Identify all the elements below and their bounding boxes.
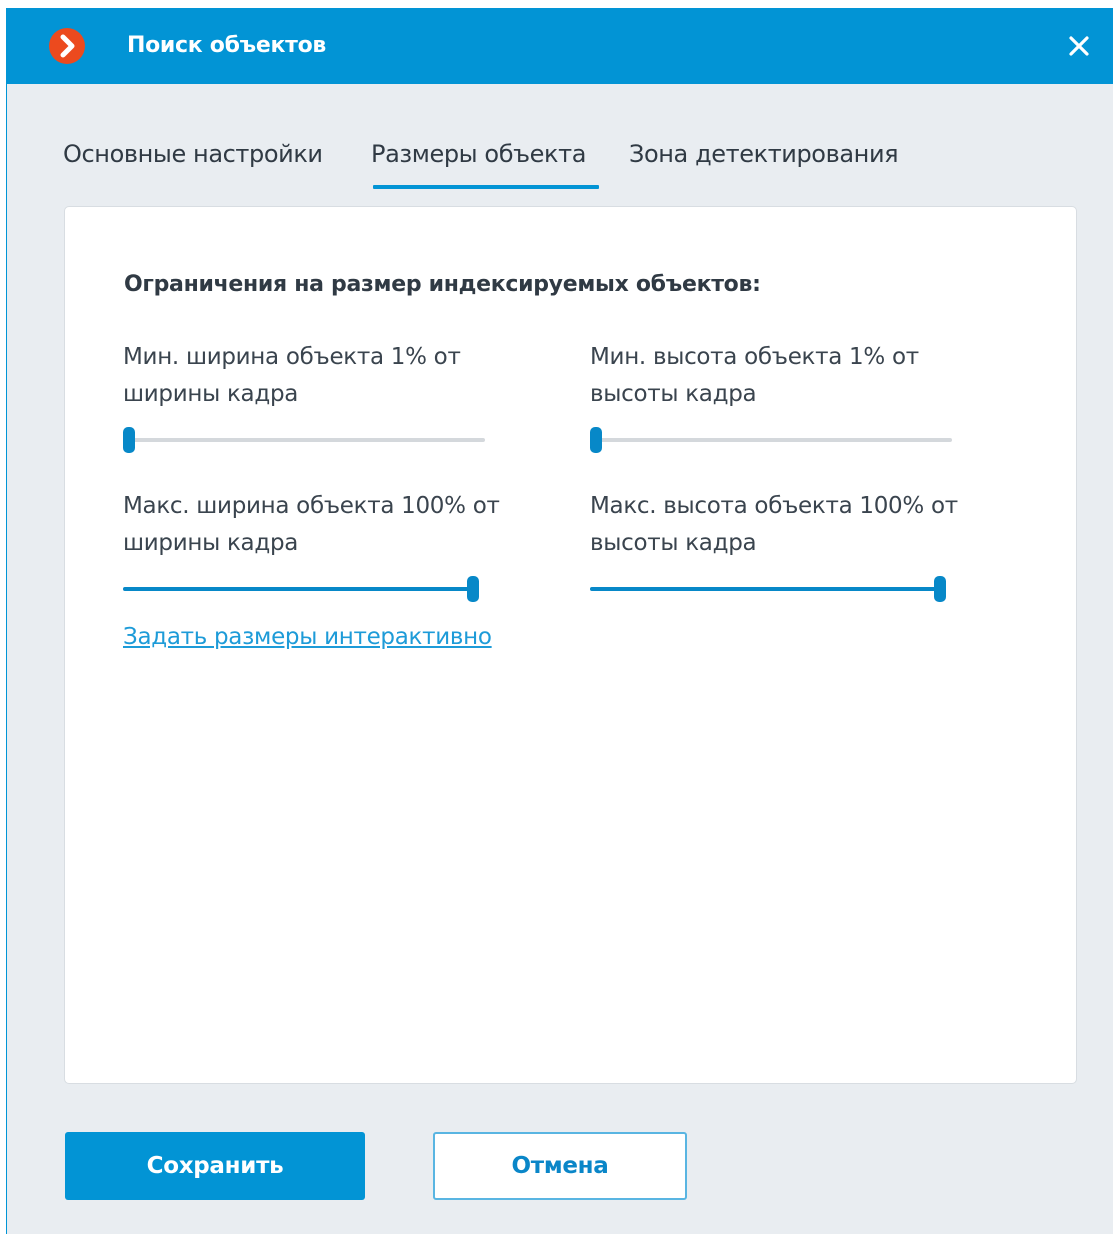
slider-thumb[interactable] [590, 427, 602, 453]
min-height-slider[interactable] [590, 427, 952, 453]
title-bar: Поиск объектов [7, 8, 1113, 84]
max-height-label-line2: высоты кадра [590, 530, 757, 556]
min-width-label: Мин. ширина объекта 1% от ширины кадра [123, 339, 563, 413]
slider-fill [123, 587, 473, 591]
slider-thumb[interactable] [467, 576, 479, 602]
active-tab-indicator [373, 185, 599, 189]
tab-detection-zone[interactable]: Зона детектирования [629, 134, 899, 174]
slider-track [129, 438, 485, 442]
max-width-label: Макс. ширина объекта 100% от ширины кадр… [123, 488, 563, 562]
max-height-label: Макс. высота объекта 100% от высоты кадр… [590, 488, 1030, 562]
slider-track [596, 438, 952, 442]
set-sizes-interactively-link[interactable]: Задать размеры интерактивно [123, 617, 492, 657]
tab-general-settings[interactable]: Основные настройки [63, 134, 323, 174]
settings-panel: Ограничения на размер индексируемых объе… [64, 206, 1077, 1084]
max-height-label-line1: Макс. высота объекта 100% от [590, 493, 958, 519]
max-height-slider[interactable] [590, 576, 946, 602]
close-icon[interactable] [1065, 32, 1093, 60]
dialog-window: Поиск объектов Основные настройки Размер… [6, 8, 1113, 1234]
min-width-label-line1: Мин. ширина объекта 1% от [123, 344, 461, 370]
max-width-label-line1: Макс. ширина объекта 100% от [123, 493, 500, 519]
min-height-label: Мин. высота объекта 1% от высоты кадра [590, 339, 1030, 413]
min-width-label-line2: ширины кадра [123, 381, 299, 407]
tab-object-sizes[interactable]: Размеры объекта [371, 134, 586, 174]
chevron-right-icon [49, 28, 85, 64]
min-height-label-line1: Мин. высота объекта 1% от [590, 344, 919, 370]
save-button[interactable]: Сохранить [65, 1132, 365, 1200]
slider-thumb[interactable] [934, 576, 946, 602]
slider-fill [590, 587, 940, 591]
min-height-label-line2: высоты кадра [590, 381, 757, 407]
section-title: Ограничения на размер индексируемых объе… [124, 272, 761, 297]
cancel-button[interactable]: Отмена [433, 1132, 687, 1200]
min-width-slider[interactable] [123, 427, 485, 453]
slider-thumb[interactable] [123, 427, 135, 453]
max-width-slider[interactable] [123, 576, 479, 602]
max-width-label-line2: ширины кадра [123, 530, 299, 556]
window-title: Поиск объектов [127, 33, 327, 58]
